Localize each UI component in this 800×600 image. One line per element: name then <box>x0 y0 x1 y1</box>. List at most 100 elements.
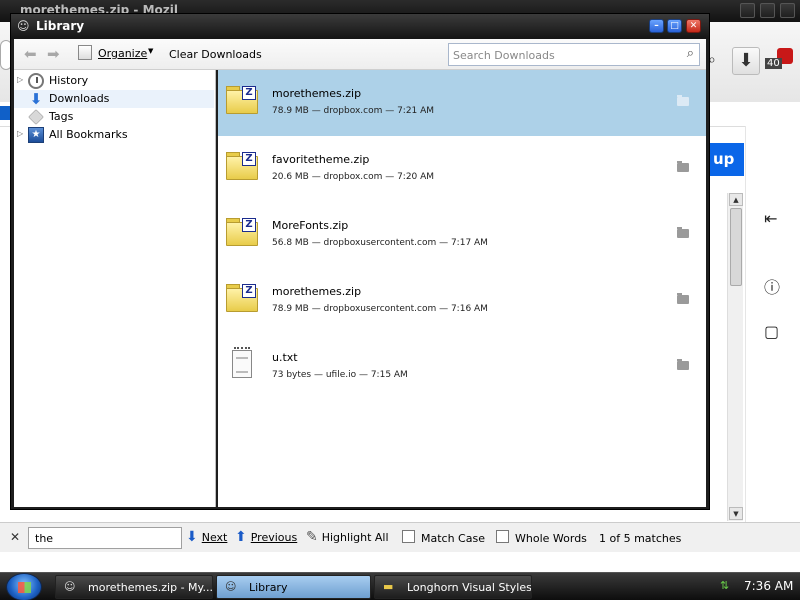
taskbar-item-library[interactable]: ☺ Library <box>216 575 371 599</box>
library-toolbar: ⬅ ➡ Organize ▼ Clear Downloads ⌕ <box>14 39 706 70</box>
zip-file-icon: Z <box>226 284 258 312</box>
minimize-button[interactable]: – <box>649 19 664 33</box>
find-previous-label: Previous <box>250 531 298 544</box>
tree-item-label: Downloads <box>49 92 110 105</box>
tree-item-all-bookmarks[interactable]: ▷ ★ All Bookmarks <box>14 126 214 144</box>
match-case-checkbox[interactable] <box>402 530 415 543</box>
whole-words-checkbox[interactable] <box>496 530 509 543</box>
expand-triangle-icon[interactable]: ▷ <box>17 129 23 138</box>
maximize-button[interactable]: □ <box>667 19 682 33</box>
download-name: morethemes.zip <box>272 285 362 298</box>
clear-downloads-button[interactable]: Clear Downloads <box>169 48 262 61</box>
download-meta: 78.9 MB — dropboxusercontent.com — 7:16 … <box>272 304 488 314</box>
find-previous-button[interactable]: ⬆ Previous <box>235 529 297 545</box>
tree-item-history[interactable]: ▷ History <box>14 72 214 90</box>
history-clock-icon <box>28 73 44 89</box>
tree-item-tags[interactable]: Tags <box>14 108 214 126</box>
download-name: morethemes.zip <box>272 87 362 100</box>
open-folder-icon[interactable] <box>677 359 689 370</box>
match-case-label[interactable]: Match Case <box>421 532 485 545</box>
taskbar: ☺ morethemes.zip - My... ☺ Library ▬ Lon… <box>0 572 800 600</box>
collapse-panel-icon[interactable]: ⇤ <box>764 209 777 228</box>
library-window: ☺ Library – □ ✕ ⬅ ➡ Organize ▼ Clear Dow… <box>10 13 710 510</box>
highlight-all-button[interactable]: ✎ Highlight All <box>306 529 389 545</box>
download-item[interactable]: u.txt 73 bytes — ufile.io — 7:15 AM <box>218 334 706 400</box>
highlighter-icon: ✎ <box>306 529 318 545</box>
taskbar-item-label: morethemes.zip - My... <box>88 581 213 594</box>
open-folder-icon[interactable] <box>677 95 689 106</box>
back-arrow-icon[interactable]: ⬅ <box>24 45 37 63</box>
zip-file-icon: Z <box>226 218 258 246</box>
browser-downloads-button[interactable]: ⬇ <box>732 47 760 75</box>
taskbar-item-folder[interactable]: ▬ Longhorn Visual Styles <box>374 575 532 599</box>
library-sidebar-tree: ▷ History ⬇ Downloads Tags ▷ ★ All Bookm… <box>14 70 216 507</box>
badge-count: 40 <box>765 58 782 69</box>
close-button[interactable]: ✕ <box>686 19 701 33</box>
scroll-thumb[interactable] <box>730 208 742 286</box>
download-item[interactable]: Z MoreFonts.zip 56.8 MB — dropboxusercon… <box>218 202 706 268</box>
comment-icon[interactable]: ▢ <box>764 322 779 341</box>
taskbar-item-browser[interactable]: ☺ morethemes.zip - My... <box>55 575 213 599</box>
tree-item-downloads[interactable]: ⬇ Downloads <box>14 90 214 108</box>
download-meta: 56.8 MB — dropboxusercontent.com — 7:17 … <box>272 238 488 248</box>
addon-badge[interactable]: 40 <box>765 48 795 74</box>
search-downloads-input[interactable] <box>453 47 677 63</box>
taskbar-clock[interactable]: 7:36 AM <box>744 579 793 593</box>
arrow-up-icon: ⬆ <box>235 529 247 545</box>
chevron-down-icon: ▼ <box>148 47 154 55</box>
forward-arrow-icon[interactable]: ➡ <box>47 45 60 63</box>
find-next-button[interactable]: ⬇ Next <box>186 529 227 545</box>
find-next-label: Next <box>201 531 228 544</box>
downloads-list: Z morethemes.zip 78.9 MB — dropbox.com —… <box>218 70 706 507</box>
downloads-arrow-icon: ⬇ <box>29 90 43 108</box>
page-scrollbar[interactable]: ▲ ▼ <box>727 193 743 521</box>
download-meta: 78.9 MB — dropbox.com — 7:21 AM <box>272 106 435 116</box>
taskbar-item-label: Library <box>249 581 288 594</box>
scroll-down-icon[interactable]: ▼ <box>729 507 743 520</box>
network-icon[interactable]: ⇅ <box>720 579 734 593</box>
zip-file-icon: Z <box>226 86 258 114</box>
download-name: MoreFonts.zip <box>272 219 349 232</box>
download-name: favoritetheme.zip <box>272 153 370 166</box>
start-button[interactable] <box>6 573 42 600</box>
taskbar-item-label: Longhorn Visual Styles <box>407 581 532 594</box>
browser-app-icon: ☺ <box>64 580 76 593</box>
tree-item-label: History <box>49 74 89 87</box>
highlight-all-label: Highlight All <box>321 531 389 544</box>
arrow-down-icon: ⬇ <box>186 529 198 545</box>
browser-maximize-button[interactable] <box>760 3 775 18</box>
tag-icon <box>28 109 44 125</box>
library-title-bar: ☺ Library – □ ✕ <box>11 14 709 39</box>
download-meta: 73 bytes — ufile.io — 7:15 AM <box>272 370 408 380</box>
folder-icon: ▬ <box>383 580 394 593</box>
expand-triangle-icon[interactable]: ▷ <box>17 75 23 84</box>
bookmarks-star-icon: ★ <box>28 127 44 143</box>
download-item[interactable]: Z morethemes.zip 78.9 MB — dropboxuserco… <box>218 268 706 334</box>
download-name: u.txt <box>272 351 298 364</box>
tree-item-label: Tags <box>49 110 74 123</box>
app-icon: ☺ <box>17 19 30 33</box>
download-meta: 20.6 MB — dropbox.com — 7:20 AM <box>272 172 435 182</box>
text-file-icon <box>226 347 258 378</box>
open-folder-icon[interactable] <box>677 293 689 304</box>
info-icon[interactable]: ⓘ <box>764 274 780 298</box>
close-find-bar-icon[interactable]: ✕ <box>10 530 20 544</box>
search-icon[interactable]: ⌕ <box>687 46 694 61</box>
browser-close-button[interactable] <box>780 3 795 18</box>
search-downloads-box[interactable]: ⌕ <box>448 43 700 66</box>
scroll-up-icon[interactable]: ▲ <box>729 193 743 206</box>
browser-minimize-button[interactable] <box>740 3 755 18</box>
whole-words-label[interactable]: Whole Words <box>515 532 587 545</box>
tree-item-label: All Bookmarks <box>49 128 128 141</box>
open-folder-icon[interactable] <box>677 161 689 172</box>
organize-icon <box>78 45 92 60</box>
find-input[interactable] <box>28 527 182 549</box>
zip-file-icon: Z <box>226 152 258 180</box>
find-bar: ✕ ⬇Next ⬆Previous ✎Highlight All Match C… <box>0 522 800 552</box>
organize-label: Organize <box>98 47 148 60</box>
download-item[interactable]: Z morethemes.zip 78.9 MB — dropbox.com —… <box>218 70 706 136</box>
open-folder-icon[interactable] <box>677 227 689 238</box>
download-item[interactable]: Z favoritetheme.zip 20.6 MB — dropbox.co… <box>218 136 706 202</box>
library-app-icon: ☺ <box>225 580 237 593</box>
library-title: Library <box>36 19 85 33</box>
